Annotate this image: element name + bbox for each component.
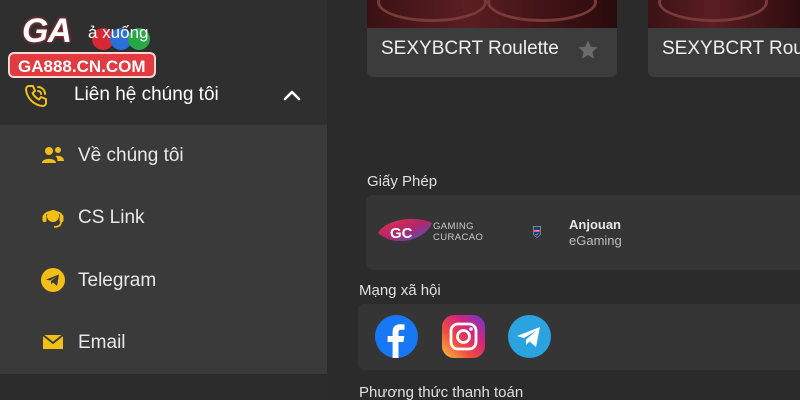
download-link[interactable]: ả xuống <box>88 23 149 43</box>
social-section-title: Mạng xã hội <box>359 282 441 299</box>
thumb-decor <box>377 0 487 22</box>
contact-menu-label: Liên hệ chúng tôi <box>74 84 219 105</box>
sidebar: GA ả xuống GA888.CN.COM Liên hệ chúng tô… <box>0 0 327 400</box>
phone-call-icon <box>25 85 47 107</box>
anjouan-license-logo[interactable]: LICENSE <box>532 211 566 253</box>
game-thumbnail <box>367 0 617 28</box>
game-card[interactable]: SEXYBCRT Roulette <box>367 0 617 77</box>
menu-item-about[interactable]: Về chúng tôi <box>0 130 327 182</box>
payment-section-title: Phương thức thanh toán <box>359 384 524 400</box>
game-title: SEXYBCRT Roulette <box>381 38 559 59</box>
instagram-icon[interactable] <box>442 315 485 358</box>
social-panel <box>358 304 800 370</box>
menu-item-cs-link[interactable]: CS Link <box>0 192 327 244</box>
star-icon[interactable] <box>577 39 599 61</box>
game-title: SEXYBCRT Roulette <box>662 38 800 59</box>
mail-icon <box>42 334 64 349</box>
game-card[interactable]: SEXYBCRT Roulette <box>648 0 800 77</box>
svg-text:CURACAO: CURACAO <box>433 232 483 243</box>
telegram-icon <box>41 268 65 292</box>
users-icon <box>42 147 64 163</box>
game-thumbnail <box>648 0 800 28</box>
license-section-title: Giấy Phép <box>367 173 438 190</box>
svg-text:GAMING: GAMING <box>433 221 474 232</box>
gaming-curacao-logo[interactable]: GC GAMING CURACAO <box>376 211 501 251</box>
chevron-up-icon[interactable] <box>280 84 304 108</box>
telegram-icon[interactable] <box>508 315 551 358</box>
sidebar-bottom <box>0 374 327 400</box>
facebook-icon[interactable] <box>375 315 418 358</box>
menu-item-label: Telegram <box>78 270 157 291</box>
anjouan-name: Anjouan <box>569 217 621 232</box>
menu-item-label: Email <box>78 332 126 353</box>
menu-item-telegram[interactable]: Telegram <box>0 255 327 307</box>
menu-item-label: Về chúng tôi <box>78 145 184 166</box>
thumb-decor <box>658 0 768 22</box>
menu-item-label: CS Link <box>78 207 145 228</box>
contact-menu-header[interactable]: Liên hệ chúng tôi <box>0 70 327 124</box>
headset-icon <box>42 210 64 228</box>
thumb-decor <box>487 0 597 22</box>
svg-text:GC: GC <box>390 225 413 242</box>
brand-logo-text: GA <box>22 12 72 50</box>
anjouan-subtitle: eGaming <box>569 233 622 248</box>
menu-item-email[interactable]: Email <box>0 317 327 369</box>
page: GA ả xuống GA888.CN.COM Liên hệ chúng tô… <box>0 0 800 400</box>
